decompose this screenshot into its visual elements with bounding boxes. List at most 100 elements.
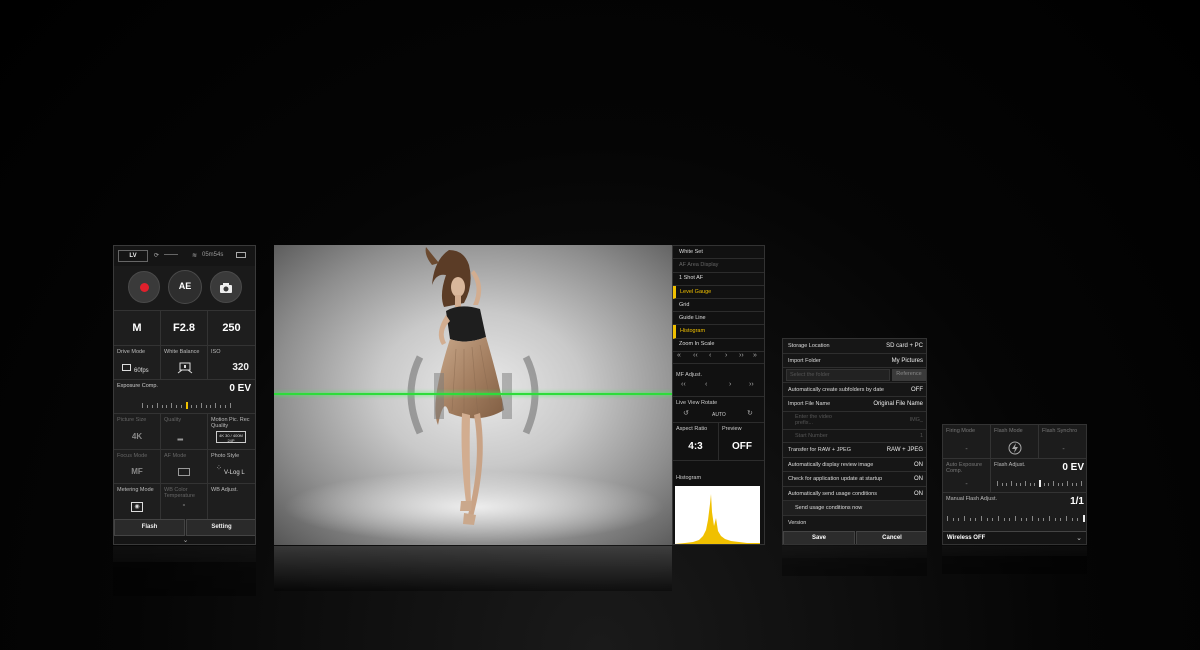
histogram-chart	[675, 486, 760, 544]
refresh-icon[interactable]: ⟳	[154, 252, 159, 259]
slider-tick	[156, 403, 158, 408]
slider-tick	[210, 405, 212, 408]
zoom-out-icon[interactable]: ‹	[709, 352, 711, 359]
import-folder-row[interactable]: Import Folder My Pictures	[783, 354, 926, 369]
flash-button[interactable]: Flash	[114, 519, 185, 536]
chevron-down-icon[interactable]: ⌄	[114, 536, 255, 544]
slider-tick	[190, 405, 192, 408]
slider-tick	[1076, 483, 1078, 486]
record-button[interactable]	[128, 271, 160, 303]
slider-tick	[1011, 481, 1012, 486]
save-button[interactable]: Save	[783, 531, 855, 544]
zoom-in-max-icon[interactable]: »	[753, 352, 757, 359]
photo-style-cell[interactable]: Photo Style ⁘ V-Log L	[208, 450, 255, 483]
manual-flash-adjust-cell[interactable]: Manual Flash Adjust. 1/1	[943, 493, 1086, 531]
menu-item-histogram[interactable]: Histogram	[673, 325, 764, 339]
storage-location-row[interactable]: Storage Location SD card + PC	[783, 339, 926, 354]
mf-forward-icon[interactable]: ›	[729, 381, 731, 388]
rotate-right-icon[interactable]: ↻	[747, 409, 753, 417]
version-row[interactable]: Version	[783, 516, 926, 531]
focus-mode-cell[interactable]: Focus Mode MF	[114, 450, 161, 483]
af-mode-cell[interactable]: AF Mode	[161, 450, 208, 483]
motion-pic-cell[interactable]: Motion Pic. Rec Quality 4K 30 / 400M 24P	[208, 414, 255, 449]
metering-mode-cell[interactable]: Metering Mode ◉	[114, 484, 161, 519]
cancel-button[interactable]: Cancel	[856, 531, 926, 544]
manual-flash-slider[interactable]	[947, 515, 1085, 522]
zoom-out-max-icon[interactable]: «	[677, 352, 681, 359]
time-remaining: 05m54s	[202, 252, 224, 258]
send-usage-row[interactable]: Send usage conditions now	[783, 501, 926, 516]
mf-back-icon[interactable]: ‹	[705, 381, 707, 388]
slider-tick	[952, 518, 954, 521]
menu-item-af-area-display[interactable]: AF Area Display	[673, 259, 764, 273]
battery-icon	[236, 252, 246, 258]
mf-back-fast-icon[interactable]: ‹‹	[681, 381, 686, 388]
quality-cell[interactable]: Quality ▪▪▪	[161, 414, 208, 449]
flash-synchro-cell[interactable]: Flash Synchro -	[1039, 425, 1086, 459]
slider-indicator	[186, 402, 188, 409]
review-image-row[interactable]: Automatically display review image ON	[783, 458, 926, 473]
exposure-row: M F2.8 250	[114, 310, 255, 347]
slider-tick	[1062, 483, 1064, 486]
menu-item-grid[interactable]: Grid	[673, 299, 764, 313]
wb-color-temp-cell[interactable]: WB Color Temperature -	[161, 484, 208, 519]
menu-item-level-gauge[interactable]: Level Gauge	[673, 285, 764, 299]
slider-tick	[1071, 483, 1073, 486]
ae-button[interactable]: AE	[168, 270, 202, 304]
drive-mode-cell[interactable]: Drive Mode 60fps	[114, 346, 161, 379]
shutter-button[interactable]	[210, 271, 242, 303]
picture-size-cell[interactable]: Picture Size 4K	[114, 414, 161, 449]
slider-tick	[947, 516, 948, 521]
wb-adjust-cell[interactable]: WB Adjust.	[208, 484, 255, 519]
slider-tick	[205, 405, 207, 408]
white-balance-icon	[177, 362, 193, 374]
wireless-dropdown[interactable]: Wireless OFF ⌄	[943, 531, 1086, 544]
subfolders-row[interactable]: Automatically create subfolders by date …	[783, 383, 926, 398]
folder-input[interactable]: Select the folder	[786, 369, 890, 382]
live-view-image[interactable]	[274, 245, 672, 545]
start-number-row[interactable]: Start Number 1	[783, 430, 926, 443]
import-file-name-row[interactable]: Import File Name Original File Name	[783, 397, 926, 412]
iso-cell[interactable]: ISO 320	[208, 346, 255, 379]
settings-row-2: Picture Size 4K Quality ▪▪▪ Motion Pic. …	[114, 414, 255, 450]
photo-reflection	[274, 546, 672, 591]
vlog-icon: ⁘	[216, 465, 222, 472]
white-balance-cell[interactable]: White Balance	[161, 346, 208, 379]
menu-item-white-set[interactable]: White Set	[673, 246, 764, 260]
zoom-out-fast-icon[interactable]: ‹‹	[693, 352, 698, 359]
firing-mode-cell[interactable]: Firing Mode -	[943, 425, 991, 459]
slider-tick	[1048, 483, 1050, 486]
camera-icon	[220, 283, 232, 293]
mf-forward-fast-icon[interactable]: ››	[749, 381, 754, 388]
preview-cell[interactable]: Preview OFF	[719, 423, 764, 460]
zoom-in-fast-icon[interactable]: ››	[739, 352, 744, 359]
slider-tick	[1032, 516, 1033, 521]
rotate-left-icon[interactable]: ↺	[683, 409, 689, 417]
slider-tick	[146, 405, 148, 408]
usage-conditions-row[interactable]: Automatically send usage conditions ON	[783, 487, 926, 502]
menu-item-1-shot-af[interactable]: 1 Shot AF	[673, 272, 764, 286]
flash-adjust-cell[interactable]: Flash Adjust. 0 EV	[991, 459, 1086, 493]
reference-button[interactable]: Reference	[892, 369, 926, 382]
exposure-comp-slider[interactable]	[142, 402, 231, 409]
slider-indicator	[1083, 515, 1085, 522]
shutter-speed[interactable]: 250	[208, 311, 255, 347]
video-prefix-row[interactable]: Enter the video prefix... IMG_	[783, 412, 926, 430]
level-gauge-line	[274, 393, 672, 395]
exposure-mode[interactable]: M	[114, 311, 161, 347]
aspect-ratio-cell[interactable]: Aspect Ratio 4:3	[673, 423, 719, 460]
zoom-in-icon[interactable]: ›	[725, 352, 727, 359]
exposure-comp-row[interactable]: Exposure Comp. 0 EV	[114, 380, 255, 414]
slider-tick	[171, 403, 173, 408]
auto-exposure-comp-cell[interactable]: Auto Exposure Comp. -	[943, 459, 991, 493]
flash-mode-cell[interactable]: Flash Mode	[991, 425, 1039, 459]
update-check-row[interactable]: Check for application update at startup …	[783, 472, 926, 487]
setting-button[interactable]: Setting	[186, 519, 255, 536]
transfer-raw-row[interactable]: Transfer for RAW + JPEG RAW + JPEG	[783, 443, 926, 458]
live-view-button[interactable]: LV	[118, 250, 148, 262]
settings-footer: Save Cancel	[783, 531, 926, 544]
flash-adjust-slider[interactable]	[997, 480, 1082, 487]
slider-tick	[1066, 516, 1067, 521]
aperture-value[interactable]: F2.8	[161, 311, 208, 347]
menu-item-guide-line[interactable]: Guide Line	[673, 312, 764, 326]
